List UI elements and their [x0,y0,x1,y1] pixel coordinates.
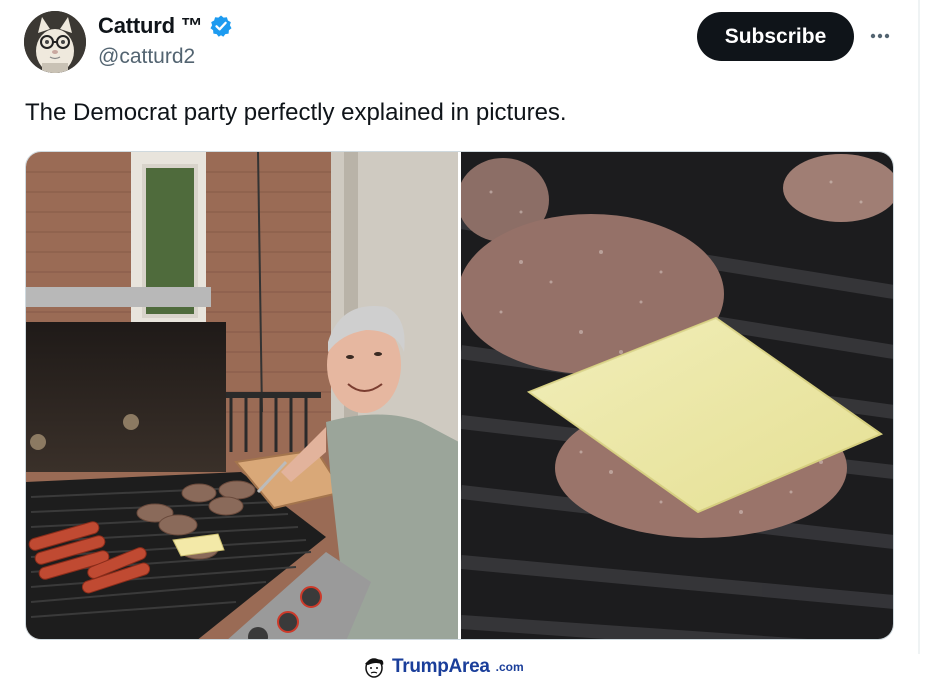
more-dots-icon [870,33,890,39]
grill-photo[interactable] [26,152,458,639]
tweet-card: Catturd ™ @catturd2 Subscribe The Democr… [0,0,940,679]
watermark-suffix: .com [495,660,524,674]
trump-face-icon [365,658,384,678]
tweet-text: The Democrat party perfectly explained i… [25,99,567,126]
cat-with-glasses-avatar-icon [24,11,86,73]
more-options-button[interactable] [866,22,894,50]
media-grid [25,151,894,640]
author-display-name[interactable]: Catturd ™ [98,13,203,39]
verified-badge-icon[interactable] [209,14,233,38]
burger-closeup-photo[interactable] [461,152,893,639]
author-handle[interactable]: @catturd2 [98,45,195,69]
avatar[interactable] [24,11,86,73]
subscribe-button[interactable]: Subscribe [697,12,854,61]
author-name-row[interactable]: Catturd ™ [98,13,233,39]
site-watermark: TrumpArea .com [362,655,524,679]
watermark-text: TrumpArea [392,656,490,677]
timeline-divider [918,0,920,654]
